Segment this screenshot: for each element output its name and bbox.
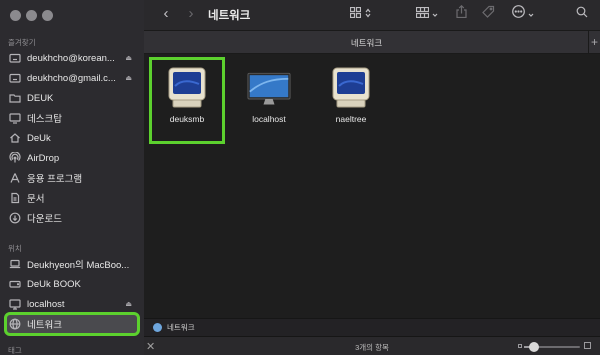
cloud-drive-icon — [9, 52, 21, 64]
sidebar-item-localhost[interactable]: localhost ⏏ — [6, 294, 138, 314]
window-title: 네트워크 — [208, 10, 251, 22]
airdrop-icon — [9, 152, 21, 164]
sidebar-item-macbook[interactable]: Deukhyeon의 MacBoo... — [6, 254, 138, 274]
sidebar-item-gmail-account[interactable]: deukhcho@gmail.c... ⏏ — [6, 68, 138, 88]
view-mode-button[interactable] — [349, 5, 371, 23]
file-item-deuksmb[interactable]: deuksmb — [149, 57, 225, 144]
locations-section-label: 위치 — [8, 244, 22, 253]
eject-icon[interactable]: ⏏ — [125, 74, 132, 82]
chevron-down-icon — [528, 5, 534, 23]
search-button[interactable] — [576, 6, 588, 22]
new-tab-button[interactable]: + — [588, 31, 600, 53]
sidebar-item-applications[interactable]: 응용 프로그램 — [6, 168, 138, 188]
laptop-icon — [9, 258, 21, 270]
tag-button[interactable] — [482, 5, 495, 23]
sidebar-item-deuk[interactable]: DEUK — [6, 88, 138, 108]
path-bar-label[interactable]: 네트워크 — [167, 322, 195, 333]
tab-bar: 네트워크 + — [144, 30, 600, 54]
sidebar-item-airdrop[interactable]: AirDrop — [6, 148, 138, 168]
tag-icon — [482, 5, 495, 23]
more-actions-button[interactable] — [512, 5, 534, 23]
sidebar-item-label: deukhcho@korean... — [27, 52, 115, 64]
file-name: localhost — [252, 114, 286, 124]
share-icon — [456, 4, 467, 23]
window-controls — [10, 10, 53, 21]
document-icon — [9, 192, 21, 204]
share-button[interactable] — [456, 4, 467, 23]
back-button[interactable]: ‹ — [159, 6, 173, 23]
file-item-naeltree[interactable]: naeltree — [316, 66, 386, 124]
file-item-localhost[interactable]: localhost — [234, 66, 304, 124]
large-icon-size-icon — [584, 342, 591, 349]
zoom-window-button[interactable] — [42, 10, 53, 21]
forward-button[interactable]: › — [184, 6, 198, 23]
grid-view-icon — [349, 5, 362, 23]
sidebar-item-documents[interactable]: 문서 — [6, 188, 138, 208]
eject-icon[interactable]: ⏏ — [125, 300, 132, 308]
crt-monitor-icon — [165, 66, 209, 110]
sidebar-item-desktop[interactable]: 데스크탑 — [6, 108, 138, 128]
ellipsis-circle-icon — [512, 5, 525, 23]
main-pane: ‹ › 네트워크 네트워크 + deuksmb localhost naeltr… — [144, 0, 600, 355]
sidebar-item-label: DEUK — [27, 92, 54, 104]
sidebar-item-label: 응용 프로그램 — [27, 174, 83, 185]
file-grid: deuksmb localhost naeltree — [144, 55, 600, 318]
chevron-updown-icon — [365, 5, 371, 23]
sidebar-item-label: localhost — [27, 298, 65, 310]
sidebar-item-label: 다운로드 — [27, 214, 62, 225]
sidebar: 즐겨찾기 deukhcho@korean... ⏏ deukhcho@gmail… — [0, 0, 144, 355]
sidebar-item-home[interactable]: DeUk — [6, 128, 138, 148]
desktop-icon — [9, 112, 21, 124]
file-name: deuksmb — [169, 114, 205, 124]
sidebar-item-downloads[interactable]: 다운로드 — [6, 208, 138, 228]
slider-knob[interactable] — [528, 342, 539, 352]
sidebar-item-korean-account[interactable]: deukhcho@korean... ⏏ — [6, 48, 138, 68]
sidebar-item-network[interactable]: 네트워크 — [4, 312, 140, 336]
applications-icon — [9, 172, 21, 184]
cloud-drive-icon — [9, 72, 21, 84]
path-bar: 네트워크 — [144, 318, 600, 336]
downloads-icon — [9, 212, 21, 224]
file-name: naeltree — [335, 114, 367, 124]
sidebar-item-label: 문서 — [27, 194, 45, 205]
sidebar-item-label: deukhcho@gmail.c... — [27, 72, 116, 84]
small-icon-size-icon — [518, 344, 522, 348]
sidebar-item-label: 데스크탑 — [27, 114, 62, 125]
network-globe-icon — [153, 323, 162, 332]
toolbar: ‹ › 네트워크 — [144, 0, 600, 30]
chevron-down-icon — [432, 5, 438, 23]
tab-network[interactable]: 네트워크 — [144, 37, 589, 49]
icon-size-slider[interactable] — [524, 342, 580, 352]
sidebar-item-label: DeUk BOOK — [27, 278, 81, 290]
group-button[interactable] — [415, 5, 438, 23]
minimize-window-button[interactable] — [26, 10, 37, 21]
sidebar-item-label: 네트워크 — [27, 320, 62, 331]
folder-icon — [9, 92, 21, 104]
home-icon — [9, 132, 21, 144]
display-icon — [9, 298, 21, 310]
eject-icon[interactable]: ⏏ — [125, 54, 132, 62]
network-globe-icon — [9, 318, 21, 330]
tags-section-label: 태그 — [8, 346, 22, 355]
group-grid-icon — [415, 5, 430, 23]
sidebar-item-label: Deukhyeon의 MacBoo... — [27, 260, 130, 271]
search-icon — [576, 5, 588, 23]
close-window-button[interactable] — [10, 10, 21, 21]
drive-icon — [9, 278, 21, 290]
sidebar-item-label: AirDrop — [27, 152, 60, 164]
favorites-section-label: 즐겨찾기 — [8, 38, 36, 47]
imac-icon — [247, 66, 291, 110]
crt-monitor-icon — [329, 66, 373, 110]
sidebar-item-deuk-book[interactable]: DeUk BOOK — [6, 274, 138, 294]
status-bar: ✕ 3개의 항목 — [144, 336, 600, 355]
sidebar-item-label: DeUk — [27, 132, 51, 144]
